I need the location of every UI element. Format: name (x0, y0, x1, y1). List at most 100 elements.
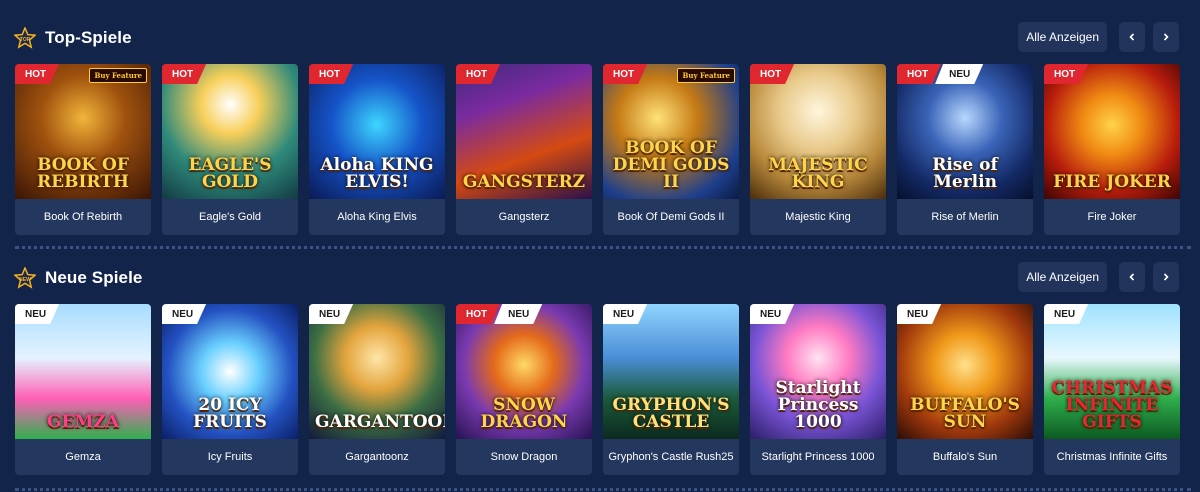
badge-group: HOT (603, 64, 647, 84)
game-thumbnail[interactable]: BOOK OF DEMI GODS II Buy Feature HOT (603, 64, 739, 199)
game-thumbnail[interactable]: Starlight Princess 1000 NEU (750, 304, 886, 439)
game-title[interactable]: Gargantoonz (309, 439, 445, 475)
game-logo-text: GRYPHON'S CASTLE (612, 395, 730, 432)
new-badge: NEU (750, 304, 794, 324)
game-logo-text: CHRISTMAS INFINITE GIFTS (1051, 378, 1173, 432)
game-title[interactable]: Rise of Merlin (897, 199, 1033, 235)
chevron-right-icon (1163, 33, 1169, 41)
hot-badge: HOT (1044, 64, 1088, 84)
new-badge: NEU (309, 304, 353, 324)
new-badge: NEU (935, 64, 983, 84)
game-thumbnail[interactable]: 20 ICY FRUITS NEU (162, 304, 298, 439)
new-star-icon: NEW (14, 267, 36, 289)
new-badge: NEU (603, 304, 647, 324)
game-logo-text: FIRE JOKER (1053, 172, 1171, 192)
carousel-controls: Alle Anzeigen (1018, 22, 1179, 52)
game-title[interactable]: Majestic King (750, 199, 886, 235)
svg-text:NEW: NEW (19, 277, 31, 283)
game-thumbnail[interactable]: SNOW DRAGON HOT NEU (456, 304, 592, 439)
game-card[interactable]: MAJESTIC KING HOT Majestic King (750, 64, 886, 235)
game-title[interactable]: Book Of Rebirth (15, 199, 151, 235)
game-carousel: GEMZA NEU Gemza 20 ICY FRUITS NEU Icy Fruits G… (15, 304, 1191, 475)
game-thumbnail[interactable]: Rise of Merlin HOT NEU (897, 64, 1033, 199)
game-card[interactable]: Rise of Merlin HOT NEU Rise of Merlin (897, 64, 1033, 235)
game-title[interactable]: Gemza (15, 439, 151, 475)
new-badge: NEU (15, 304, 59, 324)
game-thumbnail[interactable]: GARGANTOONZ NEU (309, 304, 445, 439)
game-title[interactable]: Fire Joker (1044, 199, 1180, 235)
game-logo-text: 20 ICY FRUITS (193, 395, 267, 432)
game-card[interactable]: SNOW DRAGON HOT NEU Snow Dragon (456, 304, 592, 475)
section-header: TOP Top-Spiele (14, 24, 132, 52)
game-title[interactable]: Christmas Infinite Gifts (1044, 439, 1180, 475)
game-logo-text: GANGSTERZ (462, 172, 586, 192)
hot-badge: HOT (603, 64, 647, 84)
hot-badge: HOT (162, 64, 206, 84)
game-card[interactable]: EAGLE'S GOLD HOT Eagle's Gold (162, 64, 298, 235)
game-thumbnail[interactable]: BUFFALO'S SUN NEU (897, 304, 1033, 439)
game-title[interactable]: Starlight Princess 1000 (750, 439, 886, 475)
game-thumbnail[interactable]: GANGSTERZ HOT (456, 64, 592, 199)
game-title[interactable]: Snow Dragon (456, 439, 592, 475)
game-card[interactable]: GEMZA NEU Gemza (15, 304, 151, 475)
prev-button[interactable] (1119, 22, 1145, 52)
game-card[interactable]: BOOK OF DEMI GODS II Buy Feature HOT Book O… (603, 64, 739, 235)
badge-group: HOT (15, 64, 59, 84)
hot-badge: HOT (456, 304, 500, 324)
game-card[interactable]: BOOK OF REBIRTH Buy Feature HOT Book Of Reb… (15, 64, 151, 235)
section-title: Top-Spiele (45, 28, 132, 47)
next-button[interactable] (1153, 262, 1179, 292)
view-all-button[interactable]: Alle Anzeigen (1018, 22, 1107, 52)
game-title[interactable]: Aloha King Elvis (309, 199, 445, 235)
game-title[interactable]: Gangsterz (456, 199, 592, 235)
game-logo-text: BOOK OF REBIRTH (37, 155, 129, 192)
game-card[interactable]: Aloha KING ELVIS! HOT Aloha King Elvis (309, 64, 445, 235)
game-logo-text: GEMZA (47, 412, 119, 432)
buy-feature-tag: Buy Feature (89, 68, 147, 83)
section-title: Neue Spiele (45, 268, 143, 287)
game-logo-text: BUFFALO'S SUN (910, 395, 1020, 432)
badge-group: NEU (1044, 304, 1088, 324)
game-card[interactable]: Starlight Princess 1000 NEU Starlight Prin… (750, 304, 886, 475)
badge-group: HOT (309, 64, 353, 84)
game-thumbnail[interactable]: Aloha KING ELVIS! HOT (309, 64, 445, 199)
badge-group: HOT NEU (897, 64, 983, 84)
view-all-button[interactable]: Alle Anzeigen (1018, 262, 1107, 292)
hot-badge: HOT (15, 64, 59, 84)
game-title[interactable]: Icy Fruits (162, 439, 298, 475)
game-thumbnail[interactable]: GRYPHON'S CASTLE NEU (603, 304, 739, 439)
game-thumbnail[interactable]: CHRISTMAS INFINITE GIFTS NEU (1044, 304, 1180, 439)
svg-text:TOP: TOP (20, 37, 31, 43)
game-card[interactable]: GANGSTERZ HOT Gangsterz (456, 64, 592, 235)
new-badge: NEU (162, 304, 206, 324)
game-title[interactable]: Eagle's Gold (162, 199, 298, 235)
game-title[interactable]: Book Of Demi Gods II (603, 199, 739, 235)
section-divider (15, 488, 1191, 491)
section-header: NEW Neue Spiele (14, 264, 142, 292)
new-badge: NEU (1044, 304, 1088, 324)
game-title[interactable]: Gryphon's Castle Rush25 (603, 439, 739, 475)
game-logo-text: Aloha KING ELVIS! (320, 155, 434, 192)
game-thumbnail[interactable]: EAGLE'S GOLD HOT (162, 64, 298, 199)
game-title[interactable]: Buffalo's Sun (897, 439, 1033, 475)
game-card[interactable]: GARGANTOONZ NEU Gargantoonz (309, 304, 445, 475)
game-logo-text: MAJESTIC KING (768, 155, 868, 192)
game-logo-text: BOOK OF DEMI GODS II (612, 138, 730, 192)
game-logo-text: GARGANTOONZ (315, 412, 445, 432)
hot-badge: HOT (456, 64, 500, 84)
game-thumbnail[interactable]: FIRE JOKER HOT (1044, 64, 1180, 199)
top-star-icon: TOP (14, 27, 36, 49)
game-card[interactable]: 20 ICY FRUITS NEU Icy Fruits (162, 304, 298, 475)
next-button[interactable] (1153, 22, 1179, 52)
game-card[interactable]: BUFFALO'S SUN NEU Buffalo's Sun (897, 304, 1033, 475)
game-card[interactable]: GRYPHON'S CASTLE NEU Gryphon's Castle Rush… (603, 304, 739, 475)
game-logo-text: EAGLE'S GOLD (188, 155, 272, 192)
prev-button[interactable] (1119, 262, 1145, 292)
game-thumbnail[interactable]: BOOK OF REBIRTH Buy Feature HOT (15, 64, 151, 199)
game-logo-text: Starlight Princess 1000 (775, 378, 861, 432)
game-card[interactable]: FIRE JOKER HOT Fire Joker (1044, 64, 1180, 235)
game-thumbnail[interactable]: GEMZA NEU (15, 304, 151, 439)
game-card[interactable]: CHRISTMAS INFINITE GIFTS NEU Christmas Inf… (1044, 304, 1180, 475)
game-thumbnail[interactable]: MAJESTIC KING HOT (750, 64, 886, 199)
hot-badge: HOT (897, 64, 941, 84)
